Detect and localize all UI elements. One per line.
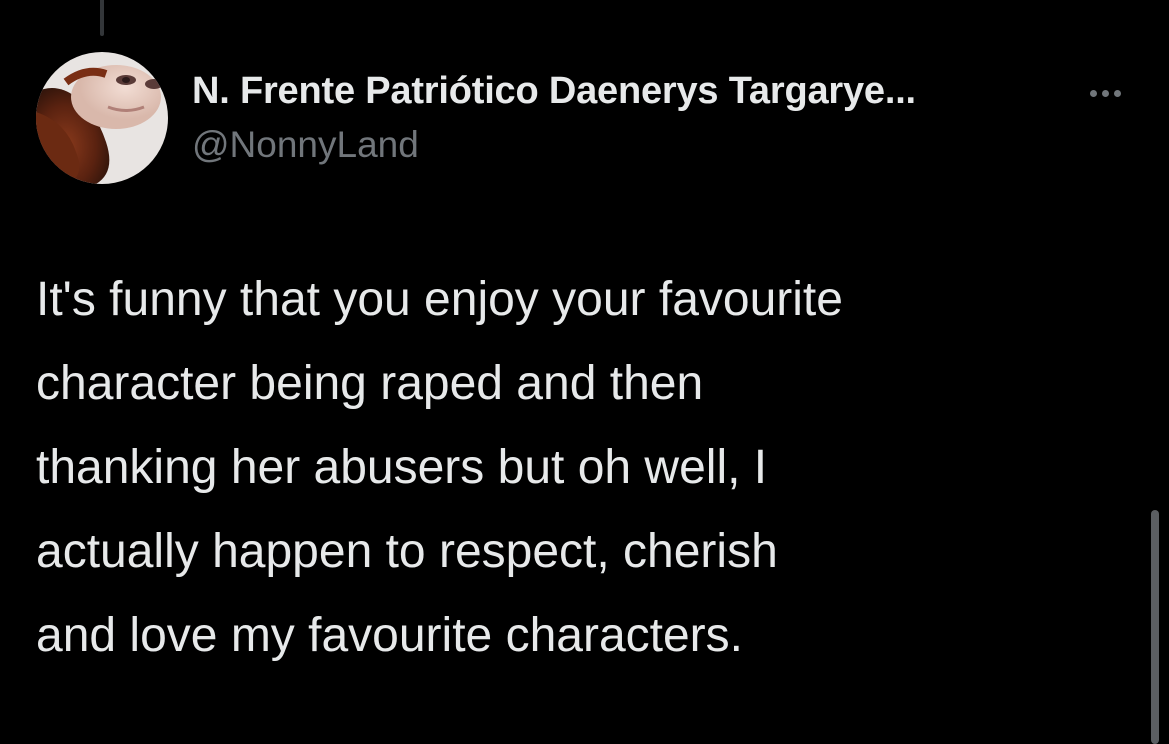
tweet-text: It's funny that you enjoy your favourite… [36,258,1136,678]
tweet-text-line: character being raped and then [36,357,704,410]
avatar-image [36,52,168,184]
more-horizontal-icon [1101,89,1109,97]
tweet-text-line: It's funny that you enjoy your favourite [36,273,843,326]
scrollbar-thumb[interactable] [1151,510,1159,744]
author-handle[interactable]: @NonnyLand [192,124,419,166]
author-avatar[interactable] [36,52,168,184]
reply-thread-line [100,0,104,36]
more-options-button[interactable] [1080,78,1130,108]
author-display-name[interactable]: N. Frente Patriótico Daenerys Targarye..… [192,70,916,113]
more-horizontal-icon [1089,89,1097,97]
tweet-text-line: thanking her abusers but oh well, I [36,441,768,494]
more-horizontal-icon [1113,89,1121,97]
tweet-text-line: actually happen to respect, cherish [36,525,778,578]
tweet-text-line: and love my favourite characters. [36,609,743,662]
